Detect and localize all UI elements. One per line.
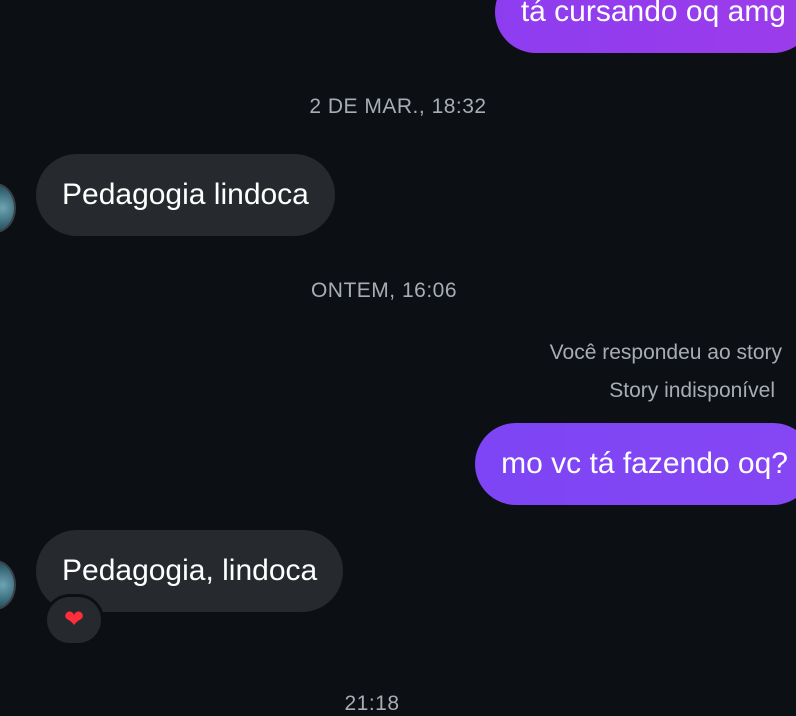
avatar[interactable] (0, 183, 16, 233)
timestamp-divider: 21:18 (344, 692, 400, 715)
story-reply-label: Você respondeu ao story (549, 341, 782, 364)
avatar[interactable] (0, 560, 16, 610)
message-text: Pedagogia, lindoca (62, 554, 318, 587)
heart-icon: ❤ (63, 606, 85, 633)
timestamp-divider: 2 DE MAR., 18:32 (309, 95, 487, 118)
timestamp-divider: ONTEM, 16:06 (310, 279, 458, 302)
message-text: mo vc tá fazendo oq? (501, 447, 788, 480)
outgoing-message-bubble[interactable]: mo vc tá fazendo oq? (475, 423, 796, 505)
message-text: tá cursando oq amg (520, 0, 786, 28)
story-unavailable-label[interactable]: Story indisponível (609, 379, 775, 403)
incoming-message-bubble[interactable]: Pedagogia lindoca (36, 154, 335, 236)
outgoing-message-bubble[interactable]: tá cursando oq amg (494, 0, 796, 53)
message-text: Pedagogia lindoca (62, 178, 309, 211)
heart-reaction[interactable]: ❤ (44, 594, 104, 646)
